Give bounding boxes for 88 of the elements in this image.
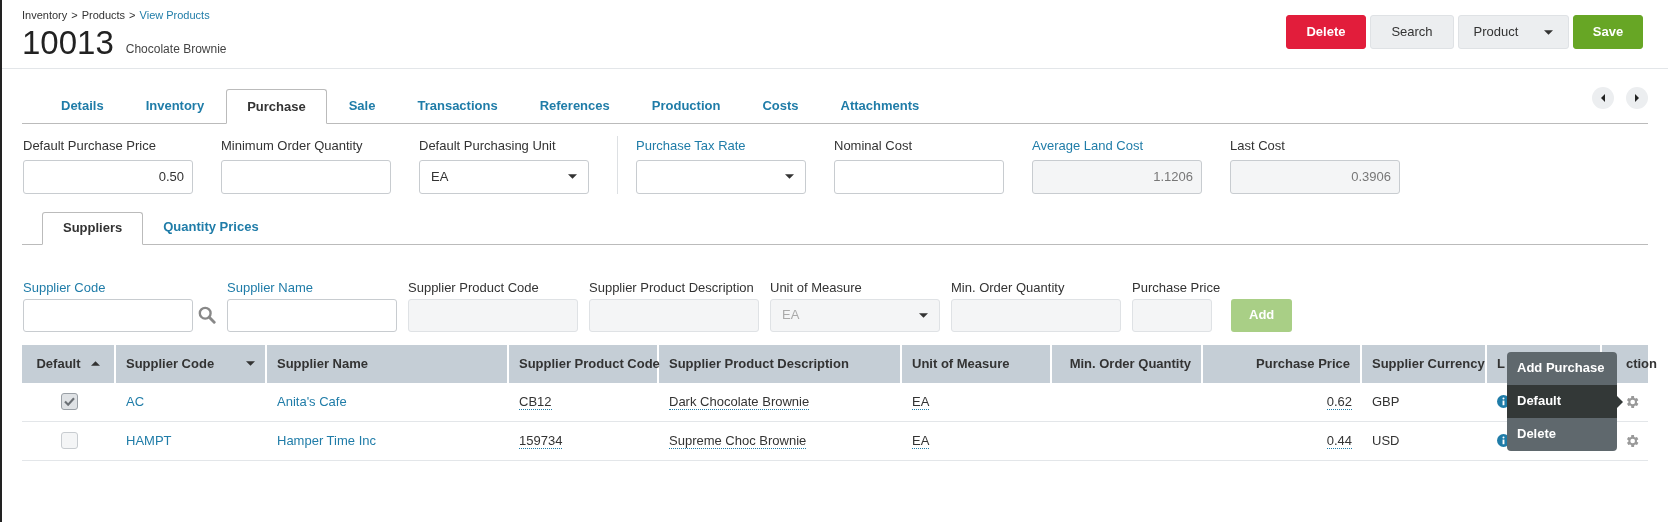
caret-icon: [785, 174, 794, 179]
menu-item[interactable]: Delete: [1507, 417, 1617, 451]
column-header[interactable]: Supplier Currency: [1362, 344, 1487, 383]
field-label: Unit of Measure: [770, 278, 863, 295]
field-label: Supplier Name: [227, 278, 314, 295]
caret-icon: [1601, 94, 1605, 102]
editable-cell[interactable]: CB12: [519, 393, 552, 410]
editable-cell[interactable]: Dark Chocolate Brownie: [669, 393, 810, 410]
column-header[interactable]: Min. Order Quantity: [1052, 344, 1203, 383]
field-label: Nominal Cost: [834, 137, 914, 155]
column-header[interactable]: Supplier Name: [267, 344, 509, 383]
breadcrumb-separator: >: [129, 8, 136, 23]
text-field[interactable]: [227, 298, 397, 332]
editable-cell[interactable]: EA: [912, 432, 930, 449]
field-label: Last Cost: [1230, 137, 1286, 155]
breadcrumb-separator: >: [71, 8, 78, 23]
text-field[interactable]: [23, 298, 193, 332]
caret-icon: [919, 312, 928, 318]
text-field[interactable]: 0.3906: [1230, 159, 1400, 194]
column-header[interactable]: Purchase Price: [1203, 344, 1362, 383]
tab[interactable]: Costs: [742, 88, 819, 123]
checkmark-icon: [63, 397, 75, 406]
text-field[interactable]: [221, 159, 391, 194]
editable-cell[interactable]: 0.44: [1326, 432, 1352, 449]
text-field[interactable]: 1.1206: [1032, 159, 1202, 194]
menu-item[interactable]: Default: [1507, 384, 1617, 418]
caret-icon: [1544, 29, 1554, 35]
checkbox[interactable]: [60, 432, 78, 449]
field-label: Minimum Order Quantity: [221, 137, 364, 155]
field-label: Purchase Tax Rate: [636, 137, 747, 155]
tab[interactable]: Attachments: [820, 88, 940, 123]
field-label: Supplier Product Code: [408, 278, 540, 295]
tab[interactable]: Production: [631, 88, 741, 123]
product-name: Chocolate Brownie: [125, 40, 227, 58]
action-button[interactable]: Search: [1370, 15, 1454, 49]
column-header[interactable]: Default: [22, 344, 116, 383]
search-icon[interactable]: [198, 306, 216, 324]
column-header[interactable]: Unit of Measure: [902, 344, 1052, 383]
table-cell-text: USD: [1372, 431, 1400, 450]
editable-cell[interactable]: EA: [912, 393, 930, 410]
caret-icon: [1635, 94, 1639, 102]
text-field[interactable]: 0.50: [23, 159, 193, 194]
tab[interactable]: Details: [41, 88, 124, 123]
product-number: 10013: [22, 24, 114, 61]
editable-cell[interactable]: 159734: [519, 432, 563, 449]
menu-pointer-icon: [1617, 395, 1623, 408]
editable-cell[interactable]: 0.62: [1326, 393, 1352, 410]
field-label: Default Purchasing Unit: [419, 137, 557, 155]
product-dropdown-button[interactable]: Product: [1458, 15, 1569, 49]
column-header[interactable]: Supplier Product Code: [509, 344, 659, 383]
breadcrumb-link[interactable]: View Products: [139, 7, 210, 24]
field-label: Supplier Product Description: [589, 278, 755, 295]
editable-cell[interactable]: Supreme Choc Brownie: [669, 432, 807, 449]
table-link[interactable]: AC: [126, 391, 145, 412]
menu-item[interactable]: Add Purchase: [1507, 351, 1617, 385]
table-link[interactable]: Hamper Time Inc: [277, 430, 376, 451]
checkbox[interactable]: [60, 393, 78, 410]
caret-icon[interactable]: [246, 361, 255, 366]
field-label: Default Purchase Price: [23, 137, 157, 155]
text-field[interactable]: [408, 298, 578, 332]
field-label: Supplier Code: [23, 278, 107, 295]
scroll-right-button[interactable]: [1626, 87, 1648, 109]
tab[interactable]: Sale: [328, 88, 396, 123]
action-button[interactable]: Delete: [1286, 15, 1366, 49]
column-header[interactable]: Supplier Product Description: [659, 344, 902, 383]
subtab[interactable]: Suppliers: [42, 211, 144, 245]
subtab[interactable]: Quantity Prices: [143, 210, 279, 244]
text-field[interactable]: [1132, 298, 1212, 332]
tab[interactable]: Inventory: [125, 88, 225, 123]
breadcrumb-item[interactable]: Inventory: [22, 7, 68, 24]
text-field[interactable]: [834, 159, 1004, 194]
tab[interactable]: Purchase: [226, 89, 327, 124]
field-label: Min. Order Quantity: [951, 278, 1066, 295]
table-link[interactable]: HAMPT: [126, 430, 172, 451]
column-header[interactable]: Supplier Code: [116, 344, 267, 383]
table-cell-text: GBP: [1372, 392, 1400, 411]
caret-icon: [568, 174, 577, 179]
scroll-left-button[interactable]: [1592, 87, 1614, 109]
text-field[interactable]: [589, 298, 759, 332]
field-label: Average Land Cost: [1032, 137, 1145, 155]
table-link[interactable]: Anita's Cafe: [277, 391, 347, 412]
field-label: Purchase Price: [1132, 278, 1221, 295]
tab[interactable]: Transactions: [397, 88, 518, 123]
breadcrumb-item[interactable]: Products: [81, 7, 126, 24]
text-field[interactable]: [951, 298, 1121, 332]
dropdown-field[interactable]: [636, 159, 806, 194]
tab[interactable]: References: [519, 88, 630, 123]
dropdown-field[interactable]: EA: [419, 159, 589, 194]
